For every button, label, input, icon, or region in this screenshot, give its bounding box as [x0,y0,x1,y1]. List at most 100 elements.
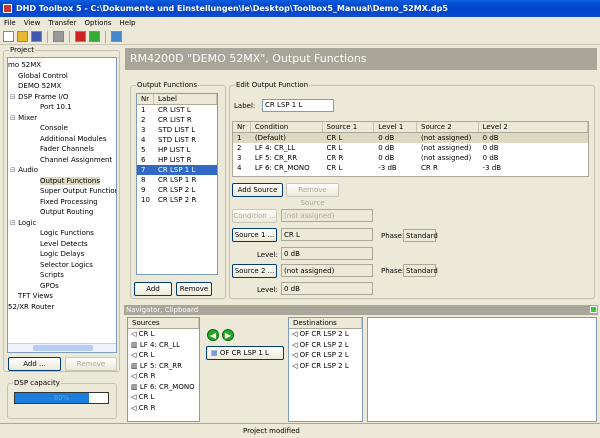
output-function-row[interactable]: 4 STD LIST R [137,135,217,145]
tree-item[interactable]: Super Output Functions [8,186,116,197]
scrollbar-thumb[interactable] [33,345,93,351]
source-item[interactable]: ◁ CR L [128,392,199,403]
source-item[interactable]: ▥ LF 6: CR_MONO [128,382,199,393]
tree-item[interactable]: Global Control [8,71,116,82]
tree-item[interactable]: Scripts [8,270,116,281]
remove-project-button[interactable]: Remove [65,357,117,371]
window-icon[interactable] [111,31,122,42]
conditions-table[interactable]: Nr Condition Source 1 Level 1 Source 2 Level … [232,121,589,177]
arrow-left-button[interactable]: ◀ [207,329,219,341]
expand-icon[interactable]: ⊟ [10,166,18,174]
tree-item[interactable]: Console [8,123,116,134]
tree-item[interactable]: Channel Assignment [8,155,116,166]
column-header[interactable]: Source 1 [323,122,375,132]
output-function-row[interactable]: 5 HP LIST L [137,145,217,155]
current-output-function-button[interactable]: ▦ OF CR LSP 1 L [206,346,284,360]
condition-button[interactable]: Condition ... [232,209,277,223]
expand-icon[interactable]: ⊟ [10,93,18,101]
source-item[interactable]: ◁ CR L [128,329,199,340]
new-icon[interactable] [3,31,14,42]
source-label: LF 6: CR_MONO [139,382,195,391]
source-item[interactable]: ◁ CR R [128,403,199,414]
expand-icon[interactable]: ⊟ [10,114,18,122]
tree-item[interactable]: ⊟ Mixer [8,113,116,124]
menu-options[interactable]: Options [85,17,112,29]
menu-view[interactable]: View [24,17,41,29]
source-item[interactable]: ▥ LF 5: CR_RR [128,361,199,372]
condition-row[interactable]: 2 LF 4: CR_LL CR L 0 dB (not assigned) 0 dB [233,143,588,153]
tree-item[interactable]: 52/XR Router [8,302,116,313]
add-output-function-button[interactable]: Add [134,282,172,296]
menu-transfer[interactable]: Transfer [48,17,76,29]
tree-item[interactable]: Level Detects [8,239,116,250]
tree-item[interactable]: Additional Modules [8,134,116,145]
print-icon[interactable] [53,31,64,42]
project-tree[interactable]: mo 52MX Global Control DEMO 52MX ⊟ DSP Fram… [7,57,117,353]
tree-item[interactable]: mo 52MX [8,60,116,71]
destination-label: OF CR LSP 2 L [299,340,349,349]
tree-item[interactable]: Logic Delays [8,249,116,260]
tree-item[interactable]: ⊟ Logic [8,218,116,229]
source2-button[interactable]: Source 2 ... [232,264,277,278]
tree-item[interactable]: TFT Views [8,291,116,302]
output-function-row[interactable]: 6 HP LIST R [137,155,217,165]
save-icon[interactable] [31,31,42,42]
condition-row[interactable]: 3 LF 5: CR_RR CR R 0 dB (not assigned) 0 dB [233,153,588,163]
connect-icon[interactable] [89,31,100,42]
source-item[interactable]: ◁ CR R [128,371,199,382]
destination-item[interactable]: ◁ OF CR LSP 2 L [289,361,362,372]
destinations-list[interactable]: Destinations ◁ OF CR LSP 2 L ◁ OF CR LSP 2… [288,317,363,422]
horizontal-scrollbar[interactable] [8,343,116,352]
tree-item[interactable]: Port 10.1 [8,102,116,113]
open-icon[interactable] [17,31,28,42]
source1-button[interactable]: Source 1 ... [232,228,277,242]
column-header[interactable]: Level 2 [479,122,589,132]
tree-item[interactable]: Output Functions [8,176,116,187]
output-function-row[interactable]: 1 CR LIST L [137,105,217,115]
expand-icon[interactable]: ⊟ [10,219,18,227]
column-header[interactable]: Nr [233,122,251,132]
column-header[interactable]: Source 2 [417,122,479,132]
column-header[interactable]: Condition [251,122,323,132]
tree-item[interactable]: Fader Channels [8,144,116,155]
output-function-row[interactable]: 3 STD LIST L [137,125,217,135]
output-function-row[interactable]: 7 CR LSP 1 L [137,165,217,175]
condition-row[interactable]: 1 (Default) CR L 0 dB (not assigned) 0 dB [233,133,588,143]
phase2-caption: Phase: [381,267,405,275]
window-title: DHD Toolbox 5 - C:\Dokumente und Einstel… [16,4,448,13]
arrow-right-button[interactable]: ▶ [222,329,234,341]
disconnect-icon[interactable] [75,31,86,42]
destination-item[interactable]: ◁ OF CR LSP 2 L [289,340,362,351]
tree-item[interactable]: DEMO 52MX [8,81,116,92]
destination-item[interactable]: ◁ OF CR LSP 2 L [289,329,362,340]
condition-row[interactable]: 4 LF 6: CR_MONO CR L -3 dB CR R -3 dB [233,163,588,173]
destination-item[interactable]: ◁ OF CR LSP 2 L [289,350,362,361]
source-item[interactable]: ▥ LF 4: CR_LL [128,340,199,351]
remove-source-button[interactable]: Remove Source [286,183,339,207]
clipboard-panel[interactable] [367,317,597,422]
tree-item[interactable]: Fixed Processing [8,197,116,208]
remove-output-function-button[interactable]: Remove [176,282,212,296]
sources-list[interactable]: Sources ◁ CR L ▥ LF 4: CR_LL ◁ CR L ▥ LF 5: … [127,317,200,422]
output-function-row[interactable]: 8 CR LSP 1 R [137,175,217,185]
tree-item[interactable]: ⊟ Audio [8,165,116,176]
tree-item[interactable]: GPOs [8,281,116,292]
output-function-row[interactable]: 2 CR LIST R [137,115,217,125]
col-nr[interactable]: Nr [137,94,154,104]
add-project-button[interactable]: Add ... [8,357,61,371]
tree-item[interactable]: Output Routing [8,207,116,218]
source-item[interactable]: ◁ CR L [128,350,199,361]
output-functions-list[interactable]: Nr Label 1 CR LIST L 2 CR LIST R 3 STD LIST L4… [136,93,218,275]
col-label[interactable]: Label [154,94,217,104]
label-input[interactable]: CR LSP 1 L [262,99,334,112]
output-function-row[interactable]: 10 CR LSP 2 R [137,195,217,205]
tree-item[interactable]: Selector Logics [8,260,116,271]
menu-help[interactable]: Help [120,17,136,29]
tree-item[interactable]: ⊟ DSP Frame I/O [8,92,116,103]
tree-item[interactable]: Logic Functions [8,228,116,239]
column-header[interactable]: Level 1 [374,122,417,132]
output-function-row[interactable]: 9 CR LSP 2 L [137,185,217,195]
add-source-button[interactable]: Add Source [232,183,283,197]
menu-file[interactable]: File [4,17,16,29]
maximize-icon[interactable] [590,306,597,313]
